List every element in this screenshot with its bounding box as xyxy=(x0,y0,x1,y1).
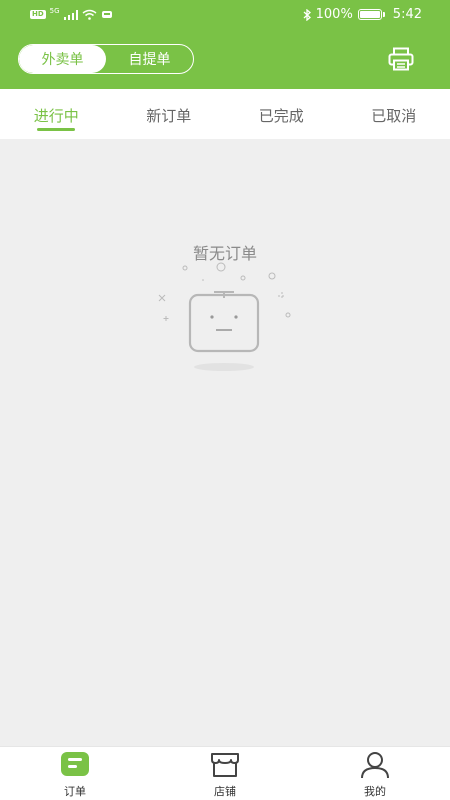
status-bar: HD 5G 100% 5:42 xyxy=(0,0,450,32)
tab-new-orders[interactable]: 新订单 xyxy=(113,89,226,139)
tab-label: 已取消 xyxy=(371,107,417,125)
pickup-order-button[interactable]: 自提单 xyxy=(106,45,193,73)
profile-icon xyxy=(361,752,389,779)
status-left: HD 5G xyxy=(30,7,113,20)
tab-label: 已完成 xyxy=(258,107,304,125)
status-right: 100% 5:42 xyxy=(303,7,422,22)
network-type: 5G xyxy=(49,7,60,15)
nav-label-orders: 订单 xyxy=(64,785,86,798)
wifi-icon xyxy=(82,9,97,20)
bottom-navigation: 订单 店铺 我的 xyxy=(0,746,450,800)
tab-label: 进行中 xyxy=(33,107,79,125)
printer-icon[interactable] xyxy=(388,47,414,71)
tab-in-progress[interactable]: 进行中 xyxy=(0,89,113,139)
nav-item-orders[interactable]: 订单 xyxy=(0,747,150,800)
battery-percent: 100% xyxy=(315,7,353,22)
nav-label-store: 店铺 xyxy=(214,785,236,798)
orders-icon xyxy=(61,752,89,776)
store-icon xyxy=(211,753,239,777)
nav-item-profile[interactable]: 我的 xyxy=(300,747,450,800)
app-header: HD 5G 100% 5:42 外卖单 自提单 xyxy=(0,0,450,89)
empty-box-face-icon xyxy=(158,262,291,371)
order-status-tabs: 进行中 新订单 已完成 已取消 xyxy=(0,89,450,139)
notification-app-icon xyxy=(101,11,112,18)
nav-label-profile: 我的 xyxy=(364,785,386,798)
delivery-order-button[interactable]: 外卖单 xyxy=(19,45,106,73)
tab-cancelled[interactable]: 已取消 xyxy=(338,89,450,139)
nav-item-store[interactable]: 店铺 xyxy=(150,747,300,800)
signal-icon xyxy=(63,9,78,20)
bluetooth-icon xyxy=(303,8,311,21)
tab-label: 新订单 xyxy=(146,107,192,125)
hd-badge: HD xyxy=(30,10,46,19)
tab-completed[interactable]: 已完成 xyxy=(225,89,338,139)
battery-icon xyxy=(357,9,385,20)
order-type-toggle: 外卖单 自提单 xyxy=(18,44,194,74)
clock: 5:42 xyxy=(392,7,422,22)
tab-active-indicator xyxy=(37,128,76,131)
